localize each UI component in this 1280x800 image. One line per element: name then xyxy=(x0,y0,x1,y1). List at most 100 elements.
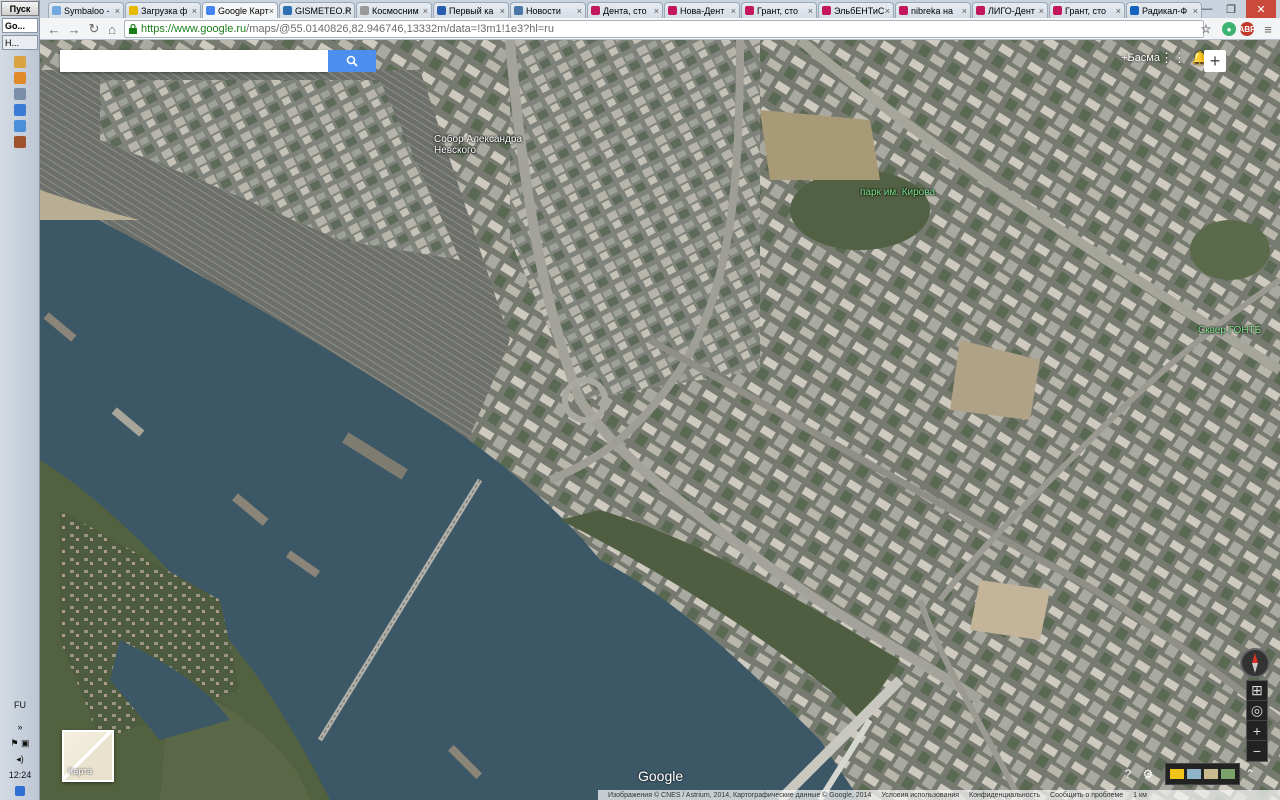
browser-tab[interactable]: Новости × xyxy=(510,2,586,18)
layer-thumb-icon[interactable] xyxy=(1204,769,1218,779)
browser-tab[interactable]: Дента, сто × xyxy=(587,2,663,18)
my-location-icon[interactable]: ◎ xyxy=(1247,701,1267,721)
start-button[interactable]: Пуск xyxy=(1,1,39,16)
browser-tab[interactable]: Грант, сто × xyxy=(741,2,817,18)
bookmark-star-icon[interactable]: ☆ xyxy=(1199,22,1213,36)
zoom-in-button[interactable]: + xyxy=(1247,721,1267,741)
search-icon xyxy=(346,55,358,67)
settings-gear-icon[interactable]: ⚙ xyxy=(1140,766,1156,782)
layer-thumb-icon[interactable] xyxy=(1221,769,1235,779)
map-controls: ⊞ ◎ + − xyxy=(1246,680,1268,762)
browser-tab[interactable]: Первый ка × xyxy=(433,2,509,18)
tab-label: Symbaloo - xyxy=(64,5,110,16)
tab-close-icon[interactable]: × xyxy=(808,6,813,16)
tab-label: Грант, сто xyxy=(757,5,799,16)
tab-label: Радикал-Ф xyxy=(1142,5,1188,16)
pegman-icon[interactable] xyxy=(1170,769,1184,779)
account-name[interactable]: +Басма xyxy=(1121,52,1160,64)
search-input[interactable] xyxy=(60,50,328,72)
browser-tab[interactable]: Нова-Дент × xyxy=(664,2,740,18)
browser-tab[interactable]: Космосним × xyxy=(356,2,432,18)
tab-favicon-icon xyxy=(668,6,677,15)
search-tool-icon[interactable] xyxy=(14,88,26,100)
taskbar-item-2[interactable]: Н... xyxy=(2,35,38,50)
browser-tab[interactable]: Загрузка ф × xyxy=(125,2,201,18)
close-window-icon[interactable]: ✕ xyxy=(1246,0,1276,18)
tab-label: Google Карт xyxy=(218,5,269,16)
zoom-out-button[interactable]: − xyxy=(1247,741,1267,761)
browser-tab[interactable]: ЭльбЕНТиС × xyxy=(818,2,894,18)
browser-tab[interactable]: Грант, сто × xyxy=(1049,2,1125,18)
app-icon[interactable] xyxy=(14,120,26,132)
label-park[interactable]: парк им. Кирова xyxy=(860,187,935,198)
quicklaunch-icon[interactable] xyxy=(14,56,26,68)
tab-close-icon[interactable]: × xyxy=(1039,6,1044,16)
adblock-icon[interactable]: ABP xyxy=(1239,22,1255,36)
tab-close-icon[interactable]: × xyxy=(269,6,274,16)
browser-tab[interactable]: ЛИГО-Дент × xyxy=(972,2,1048,18)
tab-favicon-icon xyxy=(591,6,600,15)
tab-label: Первый ка xyxy=(449,5,494,16)
extension-icon[interactable]: ● xyxy=(1222,22,1236,36)
media-player-icon[interactable] xyxy=(14,72,26,84)
show-desktop-icon[interactable] xyxy=(15,786,25,796)
browser-tab[interactable]: Радикал-Ф × xyxy=(1126,2,1202,18)
forward-icon[interactable]: → xyxy=(66,21,82,37)
back-icon[interactable]: ← xyxy=(46,21,62,37)
taskbar-item-label: Н... xyxy=(5,37,20,48)
expand-strip-icon[interactable]: ⌃ xyxy=(1242,766,1258,782)
volume-icon[interactable]: ◂) xyxy=(0,754,40,765)
tab-close-icon[interactable]: × xyxy=(423,6,428,16)
help-icon[interactable]: ? xyxy=(1120,766,1136,782)
tool-icon[interactable] xyxy=(14,136,26,148)
layer-thumb-icon[interactable] xyxy=(1187,769,1201,779)
tab-close-icon[interactable]: × xyxy=(192,6,197,16)
language-indicator[interactable]: FU xyxy=(0,700,40,710)
taskbar-item-chrome[interactable]: Go... xyxy=(2,18,38,33)
label-cathedral[interactable]: Собор Александра Невского xyxy=(434,134,522,156)
report-problem-link[interactable]: Сообщить о проблеме xyxy=(1050,792,1123,799)
label-square[interactable]: Сквер ГОНТБ xyxy=(1198,325,1261,336)
tab-favicon-icon xyxy=(745,6,754,15)
imagery-strip[interactable] xyxy=(1165,763,1240,785)
compass-icon[interactable] xyxy=(1240,648,1270,678)
map-view-toggle[interactable]: Карта xyxy=(62,730,114,782)
tab-close-icon[interactable]: × xyxy=(731,6,736,16)
tab-close-icon[interactable]: × xyxy=(962,6,967,16)
tab-label: Новости xyxy=(526,5,561,16)
tab-close-icon[interactable]: × xyxy=(500,6,505,16)
apps-grid-icon[interactable]: ⋮⋮ xyxy=(1160,50,1186,66)
terms-link[interactable]: Условия использования xyxy=(881,792,959,799)
maximize-icon[interactable]: ❐ xyxy=(1220,0,1242,18)
tab-close-icon[interactable]: × xyxy=(885,6,890,16)
browser-tab[interactable]: nibreka на × xyxy=(895,2,971,18)
tab-favicon-icon xyxy=(52,6,61,15)
ie-icon[interactable] xyxy=(14,104,26,116)
tray-icons[interactable]: ⚑ ▣ xyxy=(0,738,40,749)
address-bar[interactable]: https://www.google.ru/maps/@55.0140826,8… xyxy=(124,20,1204,38)
minimize-icon[interactable]: — xyxy=(1196,0,1218,18)
satellite-map[interactable]: +Басма ⋮⋮ 🔔 + Собор Александра Невского … xyxy=(40,40,1280,800)
tab-favicon-icon xyxy=(1053,6,1062,15)
privacy-link[interactable]: Конфиденциальность xyxy=(969,792,1040,799)
tilt-icon[interactable]: ⊞ xyxy=(1247,681,1267,701)
home-icon[interactable]: ⌂ xyxy=(104,21,120,37)
tab-label: ЭльбЕНТиС xyxy=(834,5,885,16)
tab-close-icon[interactable]: × xyxy=(1116,6,1121,16)
tab-close-icon[interactable]: × xyxy=(654,6,659,16)
search-button[interactable] xyxy=(328,50,376,72)
browser-tab[interactable]: Google Карт × xyxy=(202,2,278,18)
tab-label: Дента, сто xyxy=(603,5,647,16)
tab-close-icon[interactable]: × xyxy=(577,6,582,16)
browser-tab[interactable]: Symbaloo - × xyxy=(48,2,124,18)
tab-close-icon[interactable]: × xyxy=(346,6,351,16)
browser-tab[interactable]: GISMETEO.R × xyxy=(279,2,355,18)
tab-close-icon[interactable]: × xyxy=(115,6,120,16)
tab-favicon-icon xyxy=(899,6,908,15)
tray-expand-icon[interactable]: » xyxy=(0,722,40,732)
reload-icon[interactable]: ↻ xyxy=(86,21,102,37)
map-view-toggle-label: Карта xyxy=(68,766,93,776)
browser-toolbar: ← → ↻ ⌂ https://www.google.ru/maps/@55.0… xyxy=(40,18,1280,40)
menu-icon[interactable]: ≡ xyxy=(1260,21,1276,37)
share-plus-button[interactable]: + xyxy=(1204,50,1226,72)
